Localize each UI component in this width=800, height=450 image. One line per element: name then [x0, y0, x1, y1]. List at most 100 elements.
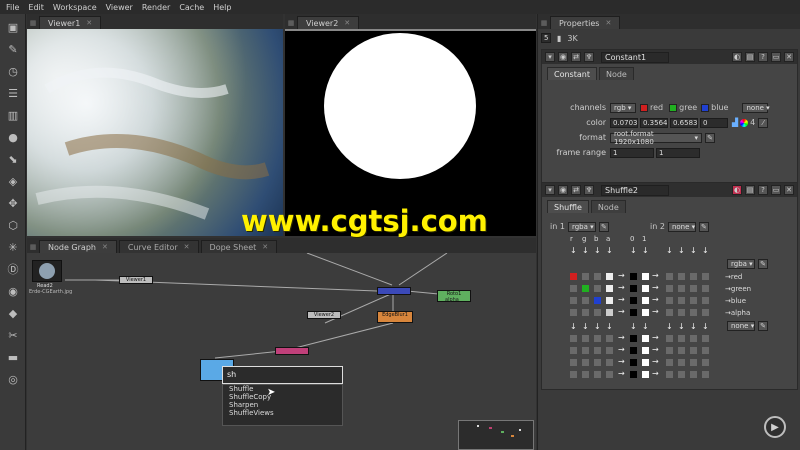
channels-extra-dropdown[interactable]: none ▾ [742, 102, 770, 113]
shuffle-zero-cell[interactable] [630, 273, 637, 280]
shuffle2-name-field[interactable]: Shuffle2 [601, 184, 669, 196]
tab-node-graph[interactable]: Node Graph ✕ [39, 240, 117, 253]
viewer-icon[interactable]: ◉ [558, 52, 568, 62]
shuffle-cell[interactable] [570, 335, 577, 342]
viewer-icon[interactable]: ◉ [558, 185, 568, 195]
menu-render[interactable]: Render [142, 3, 170, 12]
shuffle-cell[interactable] [702, 285, 709, 292]
node-icon[interactable]: ♆ [584, 52, 594, 62]
color-node-icon[interactable]: ◐ [732, 185, 742, 195]
paint-brush-icon[interactable]: ✎ [6, 42, 20, 56]
shuffle-cell[interactable] [702, 309, 709, 316]
shuffle-cell[interactable] [606, 297, 613, 304]
menu-viewer[interactable]: Viewer [106, 3, 133, 12]
tab-curve-editor[interactable]: Curve Editor ✕ [118, 240, 199, 253]
shuffle-cell[interactable] [702, 347, 709, 354]
restore-icon[interactable]: ▭ [771, 52, 781, 62]
pane-grip-icon[interactable]: ▦ [27, 16, 39, 29]
color-b-field[interactable]: 0.65837 [670, 117, 698, 128]
shuffle-cell[interactable] [678, 297, 685, 304]
shuffle-cell[interactable] [690, 335, 697, 342]
color-channel-count[interactable]: 4 [750, 118, 755, 127]
pane-grip-icon[interactable]: ▦ [285, 16, 297, 29]
close-icon[interactable]: ✕ [784, 52, 794, 62]
close-icon[interactable]: ✕ [784, 185, 794, 195]
in1-edit-icon[interactable]: ✎ [598, 221, 609, 232]
menu-edit[interactable]: Edit [28, 3, 44, 12]
constant1-name-field[interactable]: Constant1 [601, 51, 669, 63]
format-dropdown[interactable]: root.format 1920x1080 ▾ [610, 130, 702, 146]
tab-viewer1[interactable]: Viewer1 ✕ [39, 16, 102, 29]
shuffle-cell[interactable] [594, 359, 601, 366]
shuffle-cell[interactable] [570, 273, 577, 280]
shuffle-one-cell[interactable] [642, 297, 649, 304]
close-icon[interactable]: ✕ [86, 19, 92, 27]
shuffle-one-cell[interactable] [642, 309, 649, 316]
max-panels-field[interactable]: 5 [541, 33, 551, 43]
suggestion-sharpen[interactable]: Sharpen [223, 401, 342, 409]
shuffle-cell[interactable] [666, 273, 673, 280]
color-wheel-icon[interactable] [740, 118, 749, 127]
read-node-thumbnail[interactable] [32, 260, 62, 282]
shuffle-cell[interactable] [666, 347, 673, 354]
tab-viewer2[interactable]: Viewer2 ✕ [297, 16, 360, 29]
shuffle-zero-cell[interactable] [630, 371, 637, 378]
pink-node[interactable] [275, 347, 309, 355]
color-node-icon[interactable]: ◐ [732, 52, 742, 62]
color-a-field[interactable]: 0 [700, 117, 728, 128]
in2-edit-icon[interactable]: ✎ [698, 221, 709, 232]
shuffle-cell[interactable] [678, 309, 685, 316]
viewer1-node[interactable]: Viewer1 [119, 276, 153, 284]
shuffle-cell[interactable] [582, 285, 589, 292]
furnace-icon[interactable]: ◎ [6, 372, 20, 386]
shuffle-cell[interactable] [606, 359, 613, 366]
close-icon[interactable]: ✕ [102, 243, 108, 251]
shuffle-cell[interactable] [606, 285, 613, 292]
merge-node[interactable] [377, 287, 411, 295]
shuffle-cell[interactable] [690, 309, 697, 316]
shuffle-cell[interactable] [594, 273, 601, 280]
collapse-icon[interactable]: ▾ [545, 52, 555, 62]
shuffle-cell[interactable] [582, 297, 589, 304]
shuffle-cell[interactable] [666, 359, 673, 366]
link-icon[interactable]: ⇄ [571, 185, 581, 195]
shuffle-cell[interactable] [570, 297, 577, 304]
keyer-icon[interactable]: ⬊ [6, 152, 20, 166]
filter-icon[interactable]: ● [6, 130, 20, 144]
shuffle-cell[interactable] [594, 335, 601, 342]
shuffle-cell[interactable] [582, 309, 589, 316]
color-r-field[interactable]: 0.07030 [610, 117, 638, 128]
shuffle-cell[interactable] [582, 347, 589, 354]
image-icon[interactable]: ▣ [6, 20, 20, 34]
suggestion-shufflecopy[interactable]: ShuffleCopy [223, 393, 342, 401]
shuffle-cell[interactable] [570, 359, 577, 366]
shuffle-cell[interactable] [678, 273, 685, 280]
channels-dropdown[interactable]: rgb ▾ [610, 102, 636, 113]
shuffle-cell[interactable] [594, 297, 601, 304]
blue-check[interactable]: blue [701, 103, 728, 112]
out2-dropdown[interactable]: none ▾ [727, 321, 755, 331]
node-search-input[interactable]: sh [222, 366, 343, 384]
shuffle-cell[interactable] [570, 371, 577, 378]
color-icon[interactable]: ▥ [6, 108, 20, 122]
red-check[interactable]: red [640, 103, 663, 112]
shuffle-cell[interactable] [678, 371, 685, 378]
node-graph-minimap[interactable] [458, 420, 534, 450]
format-edit-icon[interactable]: ✎ [705, 132, 715, 143]
restore-icon[interactable]: ▭ [771, 185, 781, 195]
shuffle-cell[interactable] [666, 371, 673, 378]
merge-icon[interactable]: ◈ [6, 174, 20, 188]
viewer2-node[interactable]: Viewer2 [307, 311, 341, 319]
shuffle-cell[interactable] [606, 273, 613, 280]
shuffle-one-cell[interactable] [642, 359, 649, 366]
shuffle-cell[interactable] [582, 359, 589, 366]
shuffle-cell[interactable] [690, 297, 697, 304]
frame-range-end[interactable]: 1 [656, 147, 700, 158]
shuffle-cell[interactable] [666, 309, 673, 316]
color-picker-icon[interactable]: ▟ [732, 118, 738, 127]
transform-icon[interactable]: ✥ [6, 196, 20, 210]
help-icon[interactable]: ? [758, 185, 768, 195]
shuffle-cell[interactable] [690, 371, 697, 378]
close-icon[interactable]: ✕ [605, 19, 611, 27]
shuffle-cell[interactable] [606, 335, 613, 342]
